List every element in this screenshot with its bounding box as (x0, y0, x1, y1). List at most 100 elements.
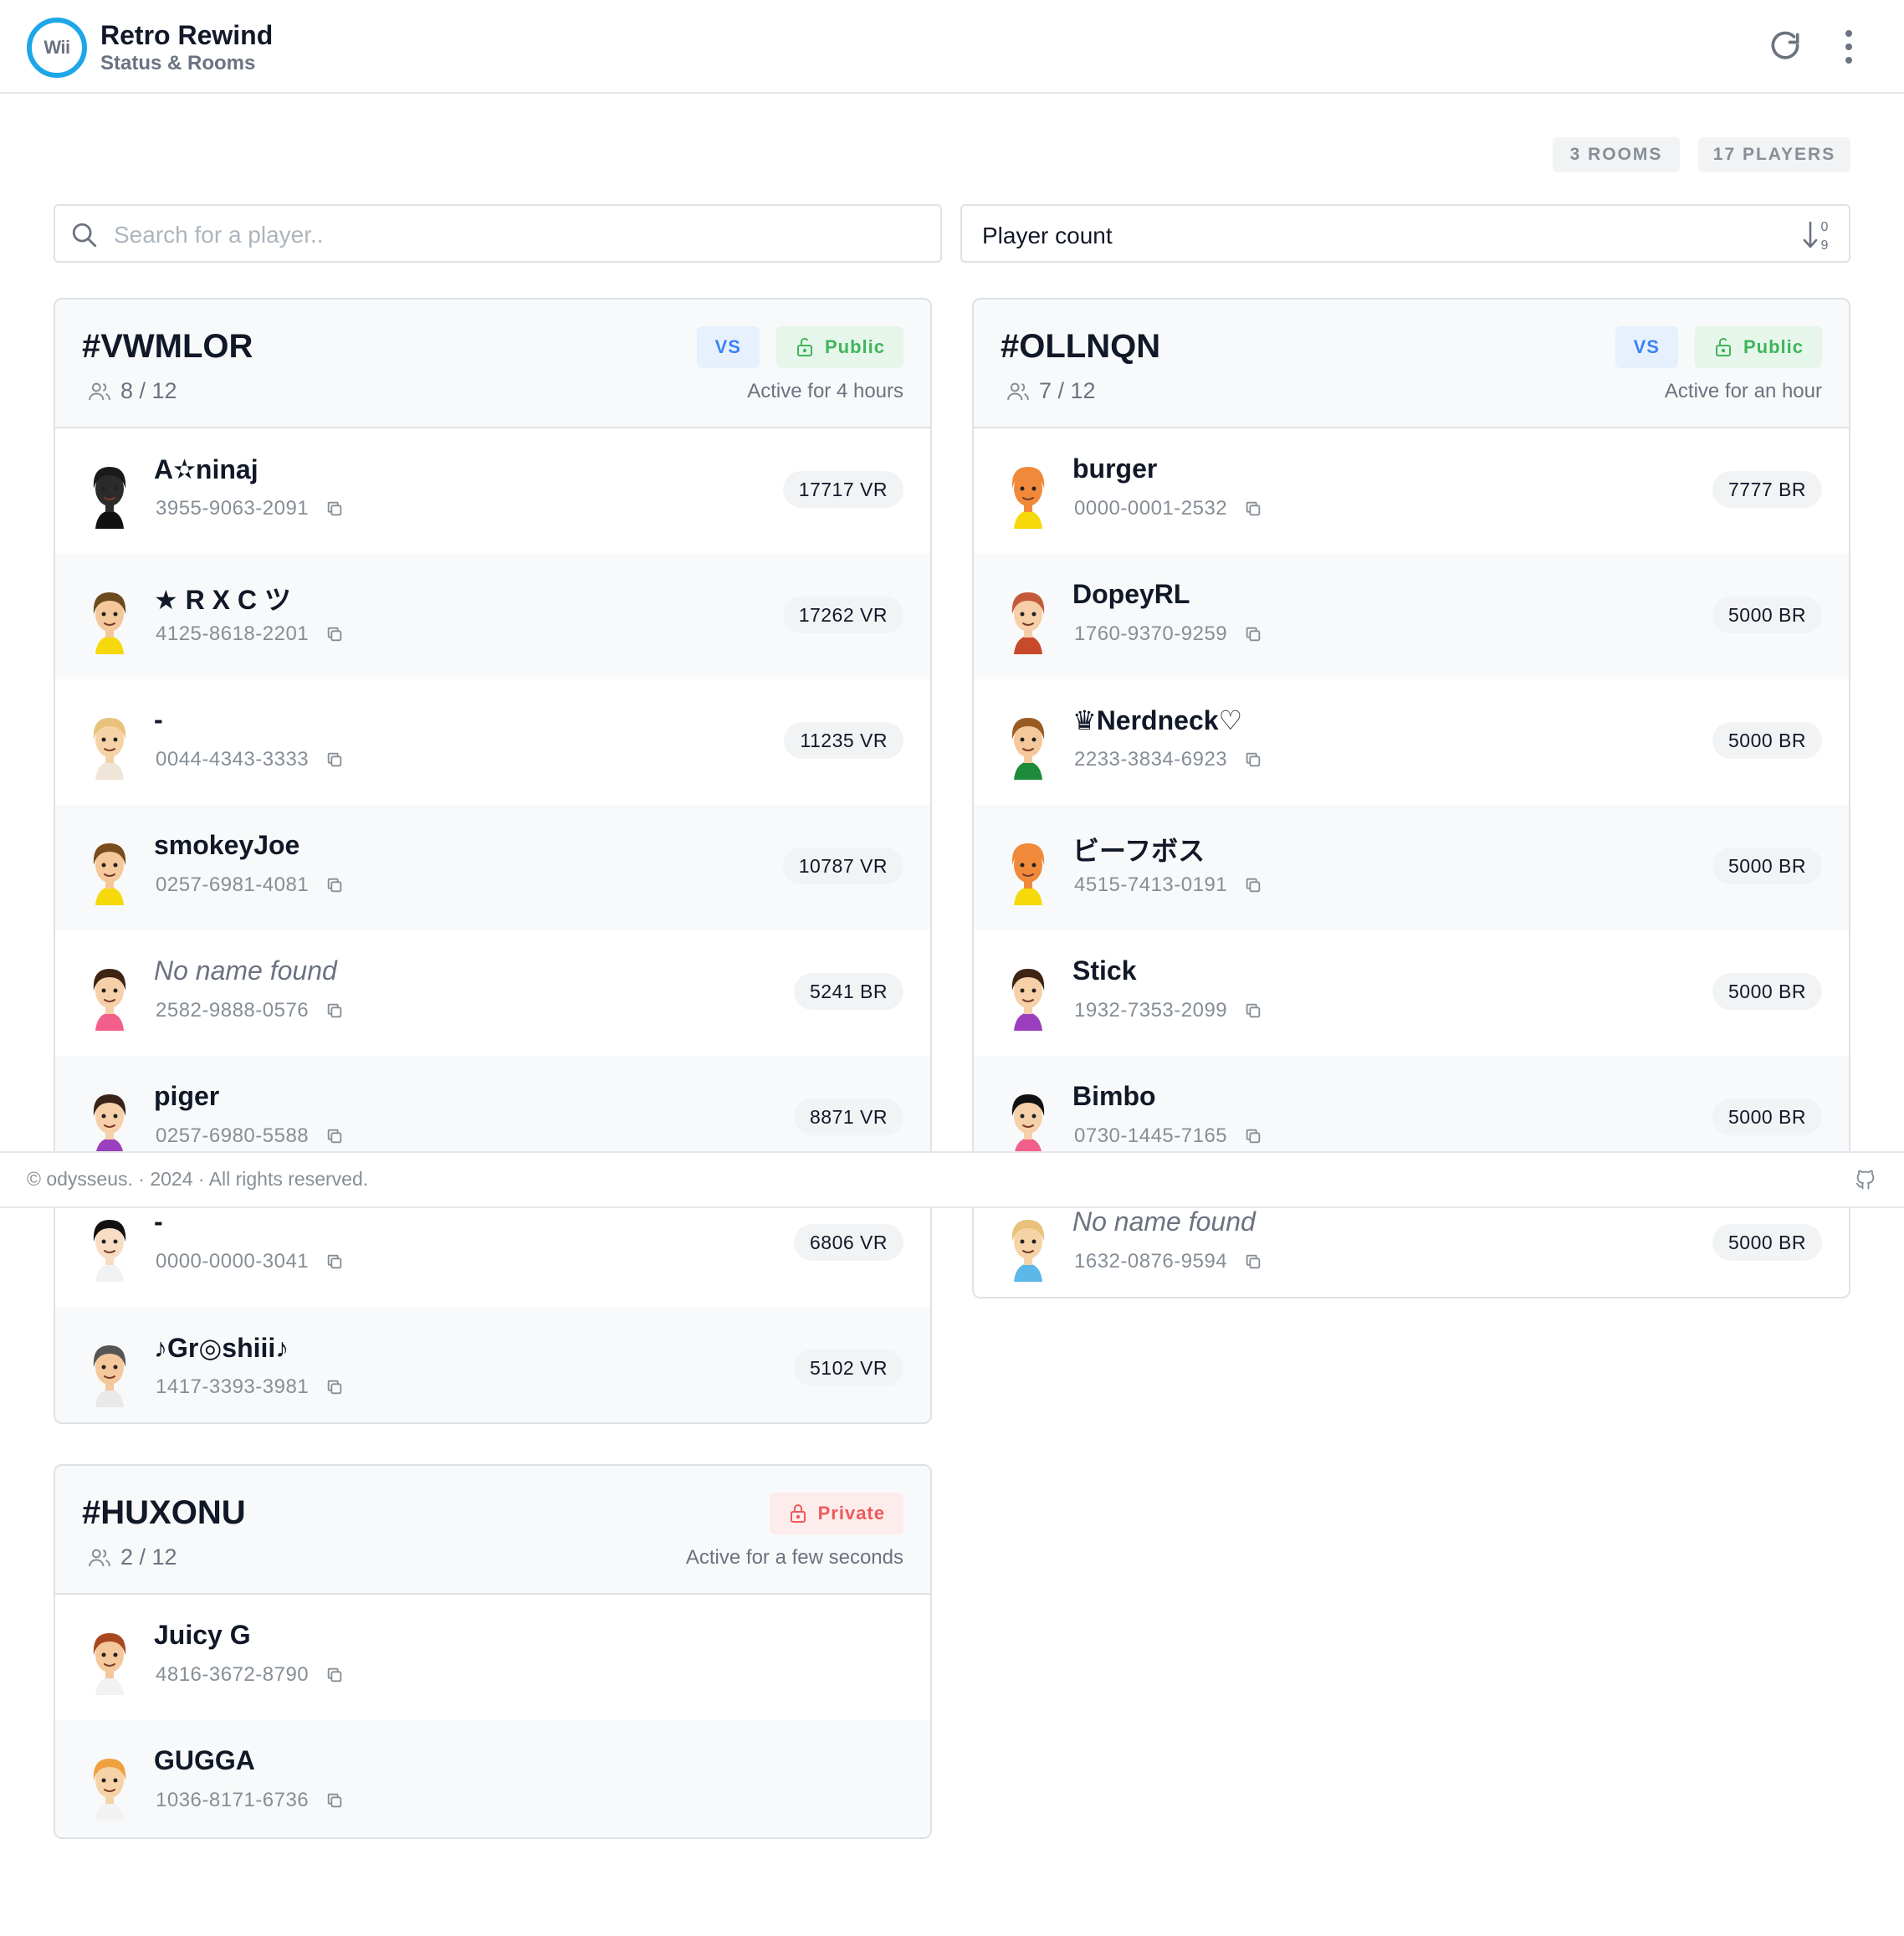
player-row: No name found 2582-9888-0576 5241 BR (55, 930, 930, 1056)
rating-badge: 5241 BR (793, 973, 903, 1010)
friend-code: 3955-9063-2091 (156, 497, 344, 520)
copy-icon[interactable] (325, 499, 344, 518)
more-menu-icon[interactable] (1832, 28, 1866, 65)
player-name: Bimbo (1072, 1081, 1156, 1111)
mii-avatar (93, 467, 126, 529)
player-row: GUGGA 1036-8171-6736 (55, 1720, 930, 1837)
copy-icon[interactable] (325, 1378, 344, 1396)
player-row: - 0044-4343-3333 11235 VR (55, 679, 930, 805)
copy-icon[interactable] (1244, 1252, 1262, 1271)
player-name: - (154, 1206, 163, 1237)
logo-text: Wii (44, 37, 70, 58)
room-card: #HUXONU 2 / 12 Private Active for a few … (54, 1464, 932, 1839)
room-count-text: 2 / 12 (120, 1544, 177, 1570)
access-label: Public (1743, 336, 1804, 357)
friend-code: 2582-9888-0576 (156, 999, 344, 1022)
room-player-count: 2 / 12 (87, 1544, 177, 1570)
rating-badge: 5000 BR (1712, 722, 1822, 759)
room-header: #HUXONU 2 / 12 Private Active for a few … (55, 1466, 930, 1595)
room-active-time: Active for a few seconds (685, 1546, 903, 1569)
room-id: #VWMLOR (82, 328, 253, 365)
mii-avatar (93, 1220, 126, 1282)
copy-icon[interactable] (1244, 876, 1262, 894)
public-badge: Public (775, 326, 903, 368)
friend-code: 1932-7353-2099 (1074, 999, 1262, 1022)
friend-code-text: 2582-9888-0576 (156, 999, 310, 1022)
friend-code-text: 4125-8618-2201 (156, 622, 310, 645)
rating-badge: 5000 BR (1712, 597, 1822, 633)
search-icon (72, 223, 97, 248)
room-player-count: 7 / 12 (1006, 378, 1096, 404)
player-list: Juicy G 4816-3672-8790 GUGGA 1036-8171-673… (55, 1595, 930, 1837)
player-name: GUGGA (154, 1745, 255, 1775)
mii-avatar (93, 1759, 126, 1821)
player-row: Juicy G 4816-3672-8790 (55, 1595, 930, 1720)
footer: © odysseus. · 2024 · All rights reserved… (0, 1151, 1904, 1208)
sort-select[interactable]: Player count 0 9 (960, 204, 1850, 263)
room-player-count: 8 / 12 (87, 378, 177, 404)
svg-text:0: 0 (1821, 220, 1829, 234)
copy-icon[interactable] (325, 1252, 344, 1271)
friend-code-text: 0000-0000-3041 (156, 1250, 310, 1273)
friend-code-text: 1760-9370-9259 (1074, 622, 1228, 645)
unlock-icon (1715, 337, 1731, 356)
player-search[interactable] (54, 204, 942, 263)
copy-icon[interactable] (325, 1001, 344, 1020)
player-name: smokeyJoe (154, 830, 300, 860)
room-count-text: 7 / 12 (1039, 378, 1096, 403)
friend-code: 0257-6981-4081 (156, 873, 344, 897)
friend-code: 1632-0876-9594 (1074, 1250, 1262, 1273)
mii-avatar (1011, 843, 1045, 905)
copy-icon[interactable] (325, 625, 344, 643)
top-bar: Wii Retro Rewind Status & Rooms (0, 0, 1904, 94)
public-badge: Public (1694, 326, 1822, 368)
copy-icon[interactable] (325, 1791, 344, 1810)
friend-code-text: 1417-3393-3981 (156, 1375, 310, 1398)
copy-icon[interactable] (325, 876, 344, 894)
copy-icon[interactable] (1244, 1127, 1262, 1145)
room-card: #OLLNQN 7 / 12 VS Public Active for an h… (972, 298, 1850, 1298)
player-name: ♛Nerdneck♡ (1072, 705, 1243, 735)
friend-code-text: 1632-0876-9594 (1074, 1250, 1228, 1273)
room-header: #VWMLOR 8 / 12 VS Public Active for 4 ho… (55, 300, 930, 428)
friend-code-text: 1932-7353-2099 (1074, 999, 1228, 1022)
mii-avatar (93, 1633, 126, 1695)
mii-avatar (93, 592, 126, 654)
copy-icon[interactable] (325, 1127, 344, 1145)
friend-code: 4125-8618-2201 (156, 622, 344, 646)
player-name: Stick (1072, 955, 1137, 986)
player-name: burger (1072, 453, 1158, 484)
copy-icon[interactable] (1244, 499, 1262, 518)
search-input[interactable] (112, 216, 919, 254)
friend-code: 2233-3834-6923 (1074, 748, 1262, 771)
rooms-count-badge: 3 ROOMS (1553, 137, 1680, 172)
copy-icon[interactable] (325, 750, 344, 769)
github-icon[interactable] (1854, 1168, 1877, 1191)
player-name: ビーフボス (1072, 836, 1205, 866)
rating-badge: 5102 VR (793, 1350, 903, 1386)
rating-badge: 5000 BR (1712, 1224, 1822, 1261)
player-name: ★ R X C ツ (154, 585, 291, 615)
friend-code: 0257-6980-5588 (156, 1124, 344, 1148)
rating-badge: 5000 BR (1712, 848, 1822, 884)
mode-badge: VS (1615, 326, 1678, 368)
copy-icon[interactable] (1244, 625, 1262, 643)
friend-code: 0730-1445-7165 (1074, 1124, 1262, 1148)
player-name: No name found (1072, 1206, 1256, 1237)
refresh-icon[interactable] (1767, 28, 1804, 65)
friend-code-text: 0257-6981-4081 (156, 873, 310, 896)
player-row: A✫ninaj 3955-9063-2091 17717 VR (55, 428, 930, 554)
player-name: piger (154, 1081, 220, 1111)
mii-avatar (93, 969, 126, 1031)
copy-icon[interactable] (1244, 750, 1262, 769)
copy-icon[interactable] (1244, 1001, 1262, 1020)
wii-logo: Wii (27, 18, 87, 78)
friend-code: 1417-3393-3981 (156, 1375, 344, 1399)
users-icon (1007, 382, 1029, 400)
copy-icon[interactable] (325, 1666, 344, 1684)
mii-avatar (1011, 969, 1045, 1031)
rating-badge: 7777 BR (1712, 471, 1822, 508)
room-count-text: 8 / 12 (120, 378, 177, 403)
friend-code: 1036-8171-6736 (156, 1789, 344, 1812)
friend-code-text: 4816-3672-8790 (156, 1663, 310, 1686)
